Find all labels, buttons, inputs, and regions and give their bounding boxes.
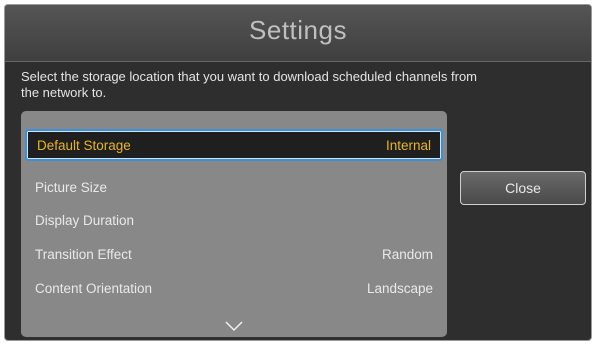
close-button[interactable]: Close [460, 171, 586, 205]
setting-description: Select the storage location that you wan… [21, 69, 478, 100]
menu-item-label: Default Storage [37, 137, 131, 153]
dialog-title: Settings [249, 15, 347, 45]
menu-item-label: Transition Effect [35, 246, 132, 262]
menu-item-value: Random [381, 246, 433, 262]
menu-item-value: Internal [385, 137, 431, 153]
menu-item-transition-effect[interactable]: Transition Effect Random [21, 239, 447, 269]
menu-item-label: Content Orientation [35, 280, 153, 296]
menu-item-label: Display Duration [35, 212, 135, 228]
dialog-header: Settings [5, 5, 591, 62]
chevron-down-icon [225, 321, 243, 332]
menu-item-content-orientation[interactable]: Content Orientation Landscape [21, 273, 447, 303]
menu-item-display-duration[interactable]: Display Duration [21, 205, 447, 235]
scroll-down-button[interactable] [21, 319, 447, 335]
menu-item-value: Landscape [366, 280, 433, 296]
settings-list: Default Storage Internal Picture Size Di… [21, 111, 447, 337]
menu-item-picture-size[interactable]: Picture Size [21, 172, 447, 202]
menu-item-default-storage[interactable]: Default Storage Internal [25, 129, 443, 161]
settings-dialog: Settings Select the storage location tha… [4, 4, 592, 341]
menu-item-label: Picture Size [35, 179, 108, 195]
